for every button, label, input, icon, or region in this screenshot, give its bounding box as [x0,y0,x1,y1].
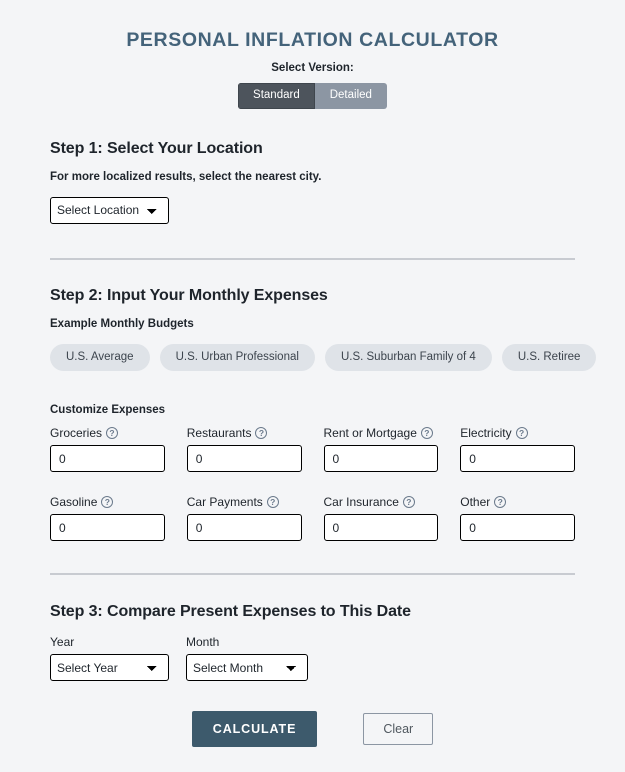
expense-field-electricity: Electricity ? [460,426,575,473]
car-payments-input[interactable] [186,514,302,542]
budget-preset-row: U.S. Average U.S. Urban Professional U.S… [50,343,597,372]
expense-label-restaurants: Restaurants ? [187,426,302,440]
preset-us-average[interactable]: U.S. Average [50,343,150,372]
month-label: Month [186,635,220,650]
expense-label-other: Other ? [460,495,575,509]
page-title: PERSONAL INFLATION CALCULATOR [126,29,499,51]
month-select[interactable]: Select Month [186,654,308,682]
select-version-label: Select Version: [271,62,354,74]
step1-section: Step 1: Select Your Location For more lo… [0,140,625,224]
expense-field-other: Other ? [460,495,575,542]
calculate-button[interactable]: CALCULATE [191,711,318,748]
expense-label-text: Rent or Mortgage [323,426,417,441]
groceries-input[interactable] [50,445,165,473]
expense-label-gasoline: Gasoline ? [50,495,165,509]
divider-2 [50,573,575,576]
step1-heading: Step 1: Select Your Location [50,139,263,157]
location-select[interactable]: Select Location [50,196,169,224]
question-mark-icon[interactable]: ? [515,427,528,440]
clear-button[interactable]: Clear [363,713,434,746]
expense-field-groceries: Groceries ? [50,426,165,473]
gasoline-input[interactable] [50,514,165,542]
expense-label-text: Car Insurance [323,495,399,510]
preset-us-retiree[interactable]: U.S. Retiree [501,343,597,372]
expense-field-restaurants: Restaurants ? [186,426,302,473]
version-toggle-detailed[interactable]: Detailed [314,83,387,109]
version-toggle-standard[interactable]: Standard [238,83,315,109]
step3-heading: Step 3: Compare Present Expenses to This… [50,603,411,621]
electricity-input[interactable] [460,445,575,473]
step1-help-text: For more localized results, select the n… [50,170,322,183]
expense-grid: Groceries ? Restaurants ? Rent or Mortga… [50,426,575,542]
action-buttons: CALCULATE Clear [50,711,575,748]
question-mark-icon[interactable]: ? [106,427,119,440]
step3-section: Step 3: Compare Present Expenses to This… [0,603,625,748]
expense-label-rent-or-mortgage: Rent or Mortgage ? [324,426,439,440]
question-mark-icon[interactable]: ? [266,496,279,509]
expense-row-spacer [50,477,575,490]
expense-label-text: Groceries [50,426,103,441]
divider-1 [50,257,575,260]
question-mark-icon[interactable]: ? [494,496,507,509]
step2-section: Step 2: Input Your Monthly Expenses Exam… [0,287,625,542]
example-budgets-label: Example Monthly Budgets [50,317,194,330]
car-insurance-input[interactable] [323,514,439,542]
expense-field-gasoline: Gasoline ? [50,495,165,542]
inflation-calculator-page: PERSONAL INFLATION CALCULATOR Select Ver… [0,0,625,772]
expense-label-text: Gasoline [50,495,98,510]
year-label: Year [50,635,75,650]
customize-expenses-label: Customize Expenses [50,404,166,417]
expense-label-car-insurance: Car Insurance ? [324,495,439,509]
expense-label-text: Other [460,495,491,510]
step2-heading: Step 2: Input Your Monthly Expenses [50,286,328,304]
year-field: Year Select Year [50,635,169,682]
expense-label-groceries: Groceries ? [50,426,165,440]
year-select[interactable]: Select Year [50,654,169,682]
other-input[interactable] [460,514,575,542]
month-field: Month Select Month [186,635,308,682]
question-mark-icon[interactable]: ? [402,496,415,509]
question-mark-icon[interactable]: ? [101,496,114,509]
expense-label-electricity: Electricity ? [460,426,575,440]
preset-us-urban-professional[interactable]: U.S. Urban Professional [159,343,315,372]
question-mark-icon[interactable]: ? [255,427,268,440]
rent-or-mortgage-input[interactable] [323,445,439,473]
restaurants-input[interactable] [186,445,302,473]
date-selection-row: Year Select Year Month Select Month [50,635,575,682]
expense-field-rent-or-mortgage: Rent or Mortgage ? [323,426,439,473]
expense-field-car-insurance: Car Insurance ? [323,495,439,542]
expense-label-text: Electricity [460,426,512,441]
expense-label-text: Restaurants [186,426,252,441]
version-toggle-group: Standard Detailed [0,83,625,109]
expense-label-text: Car Payments [186,495,263,510]
question-mark-icon[interactable]: ? [420,427,433,440]
preset-us-suburban-family-of-4[interactable]: U.S. Suburban Family of 4 [324,343,492,372]
expense-field-car-payments: Car Payments ? [186,495,302,542]
expense-label-car-payments: Car Payments ? [187,495,302,509]
